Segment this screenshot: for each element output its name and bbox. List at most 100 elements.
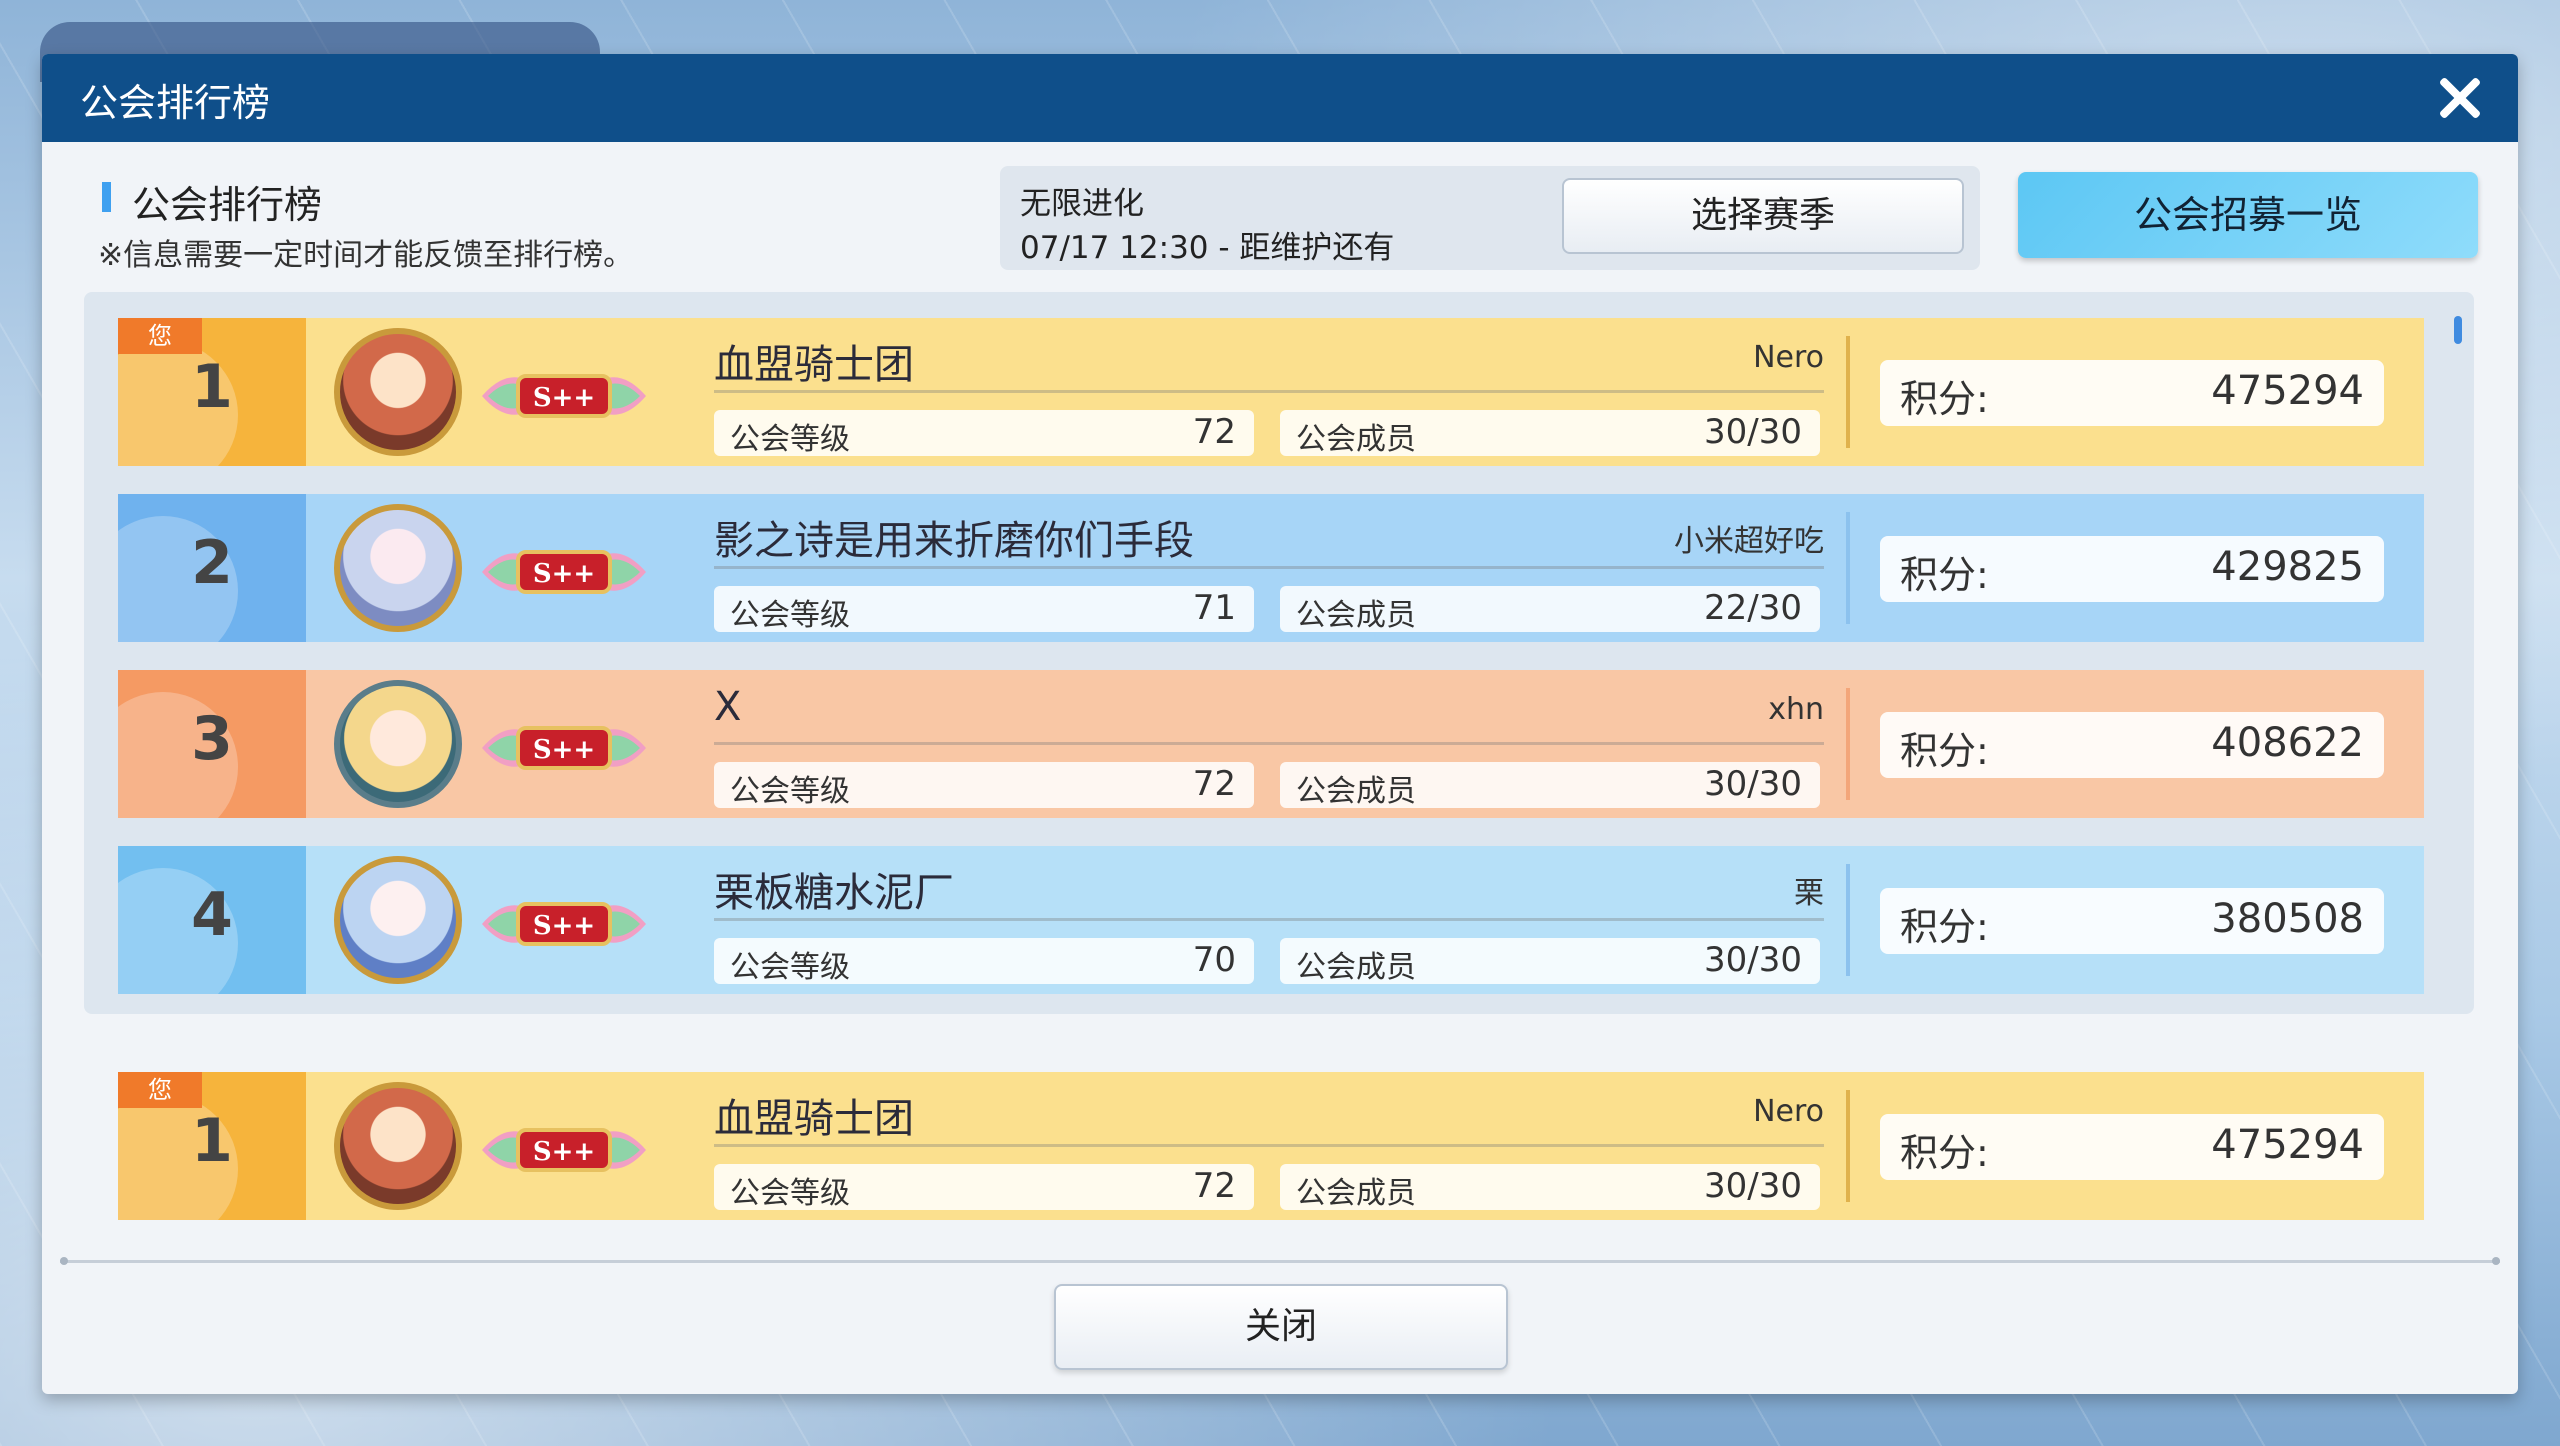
score-box: 积分: 475294 (1880, 1114, 2384, 1180)
rank-number: 4 (191, 880, 233, 950)
guild-leader: Nero (1753, 340, 1824, 375)
rank-number: 1 (191, 1106, 233, 1176)
guild-ranking-dialog: 公会排行榜 公会排行榜 ※信息需要一定时间才能反馈至排行榜。 无限进化 07/1… (42, 54, 2518, 1394)
guild-level-label: 公会等级 (730, 1176, 850, 1211)
close-button[interactable]: 关闭 (1054, 1284, 1508, 1370)
guild-leader: Nero (1753, 1094, 1824, 1129)
score-value: 475294 (2211, 368, 2364, 414)
grade-label: S++ (533, 911, 595, 941)
row-separator (1846, 1090, 1850, 1202)
dialog-title: 公会排行榜 (80, 81, 271, 125)
rank-cell: 3 (118, 670, 306, 818)
guild-members-value: 30/30 (1704, 940, 1802, 980)
guild-members-value: 30/30 (1704, 412, 1802, 452)
ranking-row[interactable]: 您 1 S++ 血盟骑士团 Nero 公会等级 72 公会成员 30/30 积分: 475294 (118, 318, 2424, 466)
score-box: 积分: 475294 (1880, 360, 2384, 426)
my-guild-row[interactable]: 您 1 S++ 血盟骑士团 Nero 公会等级 72 公会成员 30/30 积分: 475294 (118, 1072, 2424, 1220)
guild-level-label: 公会等级 (730, 950, 850, 985)
guild-avatar (334, 328, 462, 456)
guild-name: 血盟骑士团 (714, 342, 914, 388)
guild-members: 公会成员 30/30 (1280, 410, 1820, 457)
rank-number: 2 (191, 528, 233, 598)
rank-number: 3 (191, 704, 233, 774)
guild-level-value: 71 (1192, 588, 1236, 628)
guild-members-label: 公会成员 (1296, 598, 1416, 633)
grade-badge-icon: S++ (478, 532, 650, 610)
score-value: 380508 (2211, 896, 2364, 942)
name-underline (714, 918, 1824, 921)
guild-recruit-button[interactable]: 公会招募一览 (2018, 172, 2478, 258)
guild-name: 栗板糖水泥厂 (714, 870, 954, 916)
ranking-list[interactable]: 您 1 S++ 血盟骑士团 Nero 公会等级 72 公会成员 30/30 积分: 475294 2 S… (84, 292, 2474, 1014)
score-box: 积分: 429825 (1880, 536, 2384, 602)
season-name: 无限进化 (1020, 186, 1144, 222)
row-separator (1846, 688, 1850, 800)
guild-members: 公会成员 30/30 (1280, 1164, 1820, 1211)
guild-level-value: 72 (1192, 764, 1236, 804)
row-separator (1846, 512, 1850, 624)
guild-avatar (334, 856, 462, 984)
guild-level-label: 公会等级 (730, 598, 850, 633)
guild-level-label: 公会等级 (730, 774, 850, 809)
guild-level-label: 公会等级 (730, 422, 850, 457)
scrollbar[interactable] (2454, 316, 2462, 344)
ranking-row[interactable]: 3 S++ Xxhn 公会等级 72 公会成员 30/30 积分: 408622 (118, 670, 2424, 818)
name-underline (714, 1144, 1824, 1147)
guild-name: 影之诗是用来折磨你们手段 (714, 518, 1194, 564)
season-time: 07/17 12:30 - 距维护还有 (1020, 230, 1395, 266)
close-icon[interactable] (2428, 66, 2492, 130)
guild-avatar (334, 504, 462, 632)
ranking-row[interactable]: 2 S++ 影之诗是用来折磨你们手段 小米超好吃公会等级 71 公会成员 22/30 积分: 4… (118, 494, 2424, 642)
guild-avatar (334, 1082, 462, 1210)
rank-cell: 2 (118, 494, 306, 642)
guild-leader: 栗 (1794, 876, 1824, 911)
dialog-titlebar: 公会排行榜 (42, 54, 2518, 142)
grade-badge-icon: S++ (478, 708, 650, 786)
score-label: 积分: (1900, 1131, 1989, 1175)
name-underline (714, 742, 1824, 745)
score-label: 积分: (1900, 553, 1989, 597)
guild-level-value: 72 (1192, 412, 1236, 452)
rank-number: 1 (191, 352, 233, 422)
grade-badge-icon: S++ (478, 1110, 650, 1188)
grade-badge-icon: S++ (478, 884, 650, 962)
score-value: 475294 (2211, 1122, 2364, 1168)
select-season-button[interactable]: 选择赛季 (1562, 178, 1964, 254)
season-info: 无限进化 07/17 12:30 - 距维护还有 选择赛季 (1000, 166, 1980, 270)
guild-members-value: 30/30 (1704, 1166, 1802, 1206)
grade-label: S++ (533, 735, 595, 765)
guild-members: 公会成员 30/30 (1280, 938, 1820, 985)
grade-label: S++ (533, 1137, 595, 1167)
you-badge: 您 (118, 318, 202, 354)
guild-level-value: 70 (1192, 940, 1236, 980)
guild-level: 公会等级 72 (714, 762, 1254, 809)
guild-level: 公会等级 72 (714, 1164, 1254, 1211)
score-label: 积分: (1900, 729, 1989, 773)
guild-leader: 小米超好吃 (1674, 524, 1824, 559)
score-value: 408622 (2211, 720, 2364, 766)
section-accent-bar (102, 182, 111, 212)
guild-name: 血盟骑士团 (714, 1096, 914, 1142)
score-box: 积分: 380508 (1880, 888, 2384, 954)
guild-members-value: 22/30 (1704, 588, 1802, 628)
section-title: 公会排行榜 (132, 183, 323, 227)
guild-members-label: 公会成员 (1296, 1176, 1416, 1211)
guild-level: 公会等级 71 (714, 586, 1254, 633)
row-separator (1846, 336, 1850, 448)
guild-members-label: 公会成员 (1296, 950, 1416, 985)
grade-label: S++ (533, 559, 595, 589)
guild-name: X (714, 684, 742, 730)
grade-badge-icon: S++ (478, 356, 650, 434)
ranking-row[interactable]: 4 S++ 栗板糖水泥厂 栗公会等级 70 公会成员 30/30 积分: 380508 (118, 846, 2424, 994)
name-underline (714, 390, 1824, 393)
name-underline (714, 566, 1824, 569)
grade-label: S++ (533, 383, 595, 413)
rank-cell: 您1 (118, 1072, 306, 1220)
guild-members-value: 30/30 (1704, 764, 1802, 804)
you-badge: 您 (118, 1072, 202, 1108)
row-separator (1846, 864, 1850, 976)
score-label: 积分: (1900, 905, 1989, 949)
guild-level: 公会等级 72 (714, 410, 1254, 457)
score-box: 积分: 408622 (1880, 712, 2384, 778)
rank-cell: 您1 (118, 318, 306, 466)
